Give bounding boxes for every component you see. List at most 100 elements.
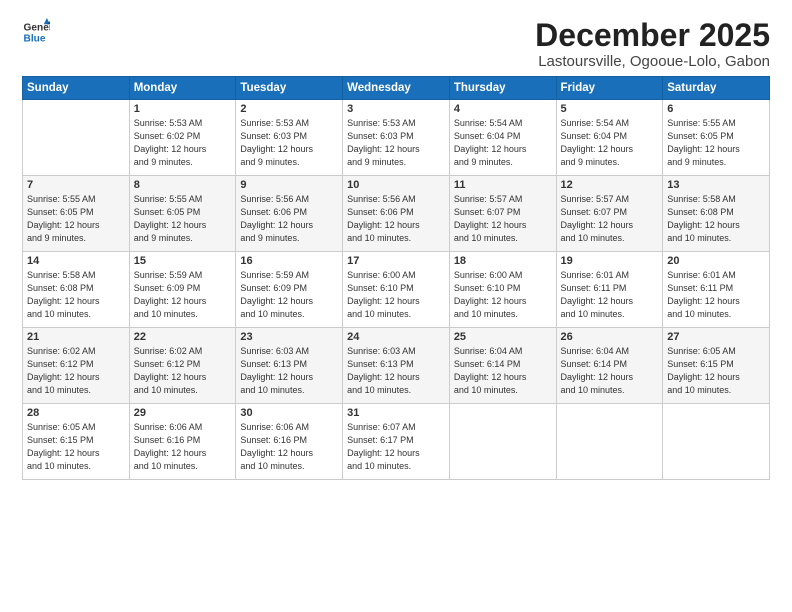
calendar-cell: 3Sunrise: 5:53 AM Sunset: 6:03 PM Daylig… [343, 100, 450, 176]
col-header-tuesday: Tuesday [236, 77, 343, 100]
day-info: Sunrise: 5:54 AM Sunset: 6:04 PM Dayligh… [561, 117, 659, 169]
logo: General Blue [22, 18, 50, 46]
day-info: Sunrise: 5:56 AM Sunset: 6:06 PM Dayligh… [347, 193, 445, 245]
day-number: 12 [561, 179, 659, 191]
day-number: 10 [347, 179, 445, 191]
week-row-2: 7Sunrise: 5:55 AM Sunset: 6:05 PM Daylig… [23, 176, 770, 252]
day-number: 15 [134, 255, 232, 267]
calendar-cell: 27 Sunrise: 6:05 AM Sunset: 6:15 PM Dayli… [663, 328, 770, 404]
day-info: Sunrise: 5:56 AM Sunset: 6:06 PM Dayligh… [240, 193, 338, 245]
title-block: December 2025 Lastoursville, Ogooue-Lolo… [535, 18, 770, 70]
day-number: 29 [134, 407, 232, 419]
calendar-cell: 23 Sunrise: 6:03 AM Sunset: 6:13 PM Dayli… [236, 328, 343, 404]
day-number: 5 [561, 103, 659, 115]
header-row: SundayMondayTuesdayWednesdayThursdayFrid… [23, 77, 770, 100]
day-info: Sunrise: 5:59 AM Sunset: 6:09 PM Dayligh… [134, 269, 232, 321]
day-info: Sunrise: 5:59 AM Sunset: 6:09 PM Dayligh… [240, 269, 338, 321]
day-info: Sunrise: 6:04 AM Sunset: 6:14 PM Dayligh… [454, 345, 552, 397]
week-row-4: 21Sunrise: 6:02 AM Sunset: 6:12 PM Dayli… [23, 328, 770, 404]
day-number: 20 [667, 255, 765, 267]
calendar-cell: 6 Sunrise: 5:55 AM Sunset: 6:05 PM Daylig… [663, 100, 770, 176]
day-number: 13 [667, 179, 765, 191]
day-info: Sunrise: 5:53 AM Sunset: 6:02 PM Dayligh… [134, 117, 232, 169]
day-number: 17 [347, 255, 445, 267]
svg-text:Blue: Blue [24, 33, 46, 44]
day-number: 30 [240, 407, 338, 419]
logo-icon: General Blue [22, 18, 50, 46]
day-number: 9 [240, 179, 338, 191]
week-row-3: 14Sunrise: 5:58 AM Sunset: 6:08 PM Dayli… [23, 252, 770, 328]
day-number: 25 [454, 331, 552, 343]
calendar-cell: 26Sunrise: 6:04 AM Sunset: 6:14 PM Dayli… [556, 328, 663, 404]
day-number: 31 [347, 407, 445, 419]
calendar-cell: 20 Sunrise: 6:01 AM Sunset: 6:11 PM Dayli… [663, 252, 770, 328]
col-header-wednesday: Wednesday [343, 77, 450, 100]
calendar-cell: 29 Sunrise: 6:06 AM Sunset: 6:16 PM Dayli… [129, 404, 236, 480]
calendar-cell: 24Sunrise: 6:03 AM Sunset: 6:13 PM Dayli… [343, 328, 450, 404]
day-info: Sunrise: 5:57 AM Sunset: 6:07 PM Dayligh… [454, 193, 552, 245]
calendar-cell: 17 Sunrise: 6:00 AM Sunset: 6:10 PM Dayli… [343, 252, 450, 328]
day-info: Sunrise: 5:57 AM Sunset: 6:07 PM Dayligh… [561, 193, 659, 245]
calendar-cell: 22 Sunrise: 6:02 AM Sunset: 6:12 PM Dayli… [129, 328, 236, 404]
calendar-cell [556, 404, 663, 480]
calendar-cell: 8 Sunrise: 5:55 AM Sunset: 6:05 PM Daylig… [129, 176, 236, 252]
calendar-cell: 5 Sunrise: 5:54 AM Sunset: 6:04 PM Daylig… [556, 100, 663, 176]
day-number: 19 [561, 255, 659, 267]
week-row-5: 28 Sunrise: 6:05 AM Sunset: 6:15 PM Dayli… [23, 404, 770, 480]
calendar-table: SundayMondayTuesdayWednesdayThursdayFrid… [22, 76, 770, 480]
day-number: 22 [134, 331, 232, 343]
col-header-friday: Friday [556, 77, 663, 100]
col-header-monday: Monday [129, 77, 236, 100]
day-info: Sunrise: 6:01 AM Sunset: 6:11 PM Dayligh… [561, 269, 659, 321]
day-number: 18 [454, 255, 552, 267]
day-info: Sunrise: 5:55 AM Sunset: 6:05 PM Dayligh… [667, 117, 765, 169]
day-number: 28 [27, 407, 125, 419]
day-info: Sunrise: 5:55 AM Sunset: 6:05 PM Dayligh… [27, 193, 125, 245]
subtitle: Lastoursville, Ogooue-Lolo, Gabon [535, 53, 770, 70]
day-info: Sunrise: 5:53 AM Sunset: 6:03 PM Dayligh… [347, 117, 445, 169]
day-number: 23 [240, 331, 338, 343]
calendar-cell: 18 Sunrise: 6:00 AM Sunset: 6:10 PM Dayli… [449, 252, 556, 328]
calendar-cell [23, 100, 130, 176]
col-header-thursday: Thursday [449, 77, 556, 100]
main-title: December 2025 [535, 18, 770, 53]
week-row-1: 1Sunrise: 5:53 AM Sunset: 6:02 PM Daylig… [23, 100, 770, 176]
day-info: Sunrise: 6:01 AM Sunset: 6:11 PM Dayligh… [667, 269, 765, 321]
calendar-cell: 4 Sunrise: 5:54 AM Sunset: 6:04 PM Daylig… [449, 100, 556, 176]
calendar-cell: 30 Sunrise: 6:06 AM Sunset: 6:16 PM Dayli… [236, 404, 343, 480]
calendar-cell: 31 Sunrise: 6:07 AM Sunset: 6:17 PM Dayli… [343, 404, 450, 480]
day-info: Sunrise: 6:07 AM Sunset: 6:17 PM Dayligh… [347, 421, 445, 473]
day-info: Sunrise: 5:53 AM Sunset: 6:03 PM Dayligh… [240, 117, 338, 169]
calendar-cell: 7Sunrise: 5:55 AM Sunset: 6:05 PM Daylig… [23, 176, 130, 252]
day-number: 8 [134, 179, 232, 191]
day-info: Sunrise: 6:06 AM Sunset: 6:16 PM Dayligh… [134, 421, 232, 473]
day-number: 2 [240, 103, 338, 115]
calendar-cell: 19 Sunrise: 6:01 AM Sunset: 6:11 PM Dayli… [556, 252, 663, 328]
day-info: Sunrise: 5:54 AM Sunset: 6:04 PM Dayligh… [454, 117, 552, 169]
day-info: Sunrise: 6:05 AM Sunset: 6:15 PM Dayligh… [667, 345, 765, 397]
day-number: 26 [561, 331, 659, 343]
calendar-cell: 16Sunrise: 5:59 AM Sunset: 6:09 PM Dayli… [236, 252, 343, 328]
day-info: Sunrise: 6:00 AM Sunset: 6:10 PM Dayligh… [347, 269, 445, 321]
day-info: Sunrise: 6:03 AM Sunset: 6:13 PM Dayligh… [347, 345, 445, 397]
day-info: Sunrise: 6:00 AM Sunset: 6:10 PM Dayligh… [454, 269, 552, 321]
day-info: Sunrise: 6:06 AM Sunset: 6:16 PM Dayligh… [240, 421, 338, 473]
day-info: Sunrise: 6:05 AM Sunset: 6:15 PM Dayligh… [27, 421, 125, 473]
calendar-cell: 1Sunrise: 5:53 AM Sunset: 6:02 PM Daylig… [129, 100, 236, 176]
calendar-page: General Blue December 2025 Lastoursville… [0, 0, 792, 612]
day-number: 14 [27, 255, 125, 267]
day-number: 11 [454, 179, 552, 191]
day-info: Sunrise: 6:02 AM Sunset: 6:12 PM Dayligh… [134, 345, 232, 397]
day-number: 4 [454, 103, 552, 115]
day-info: Sunrise: 5:58 AM Sunset: 6:08 PM Dayligh… [667, 193, 765, 245]
day-info: Sunrise: 5:55 AM Sunset: 6:05 PM Dayligh… [134, 193, 232, 245]
day-number: 6 [667, 103, 765, 115]
day-number: 27 [667, 331, 765, 343]
calendar-cell: 13 Sunrise: 5:58 AM Sunset: 6:08 PM Dayli… [663, 176, 770, 252]
day-info: Sunrise: 6:03 AM Sunset: 6:13 PM Dayligh… [240, 345, 338, 397]
calendar-cell: 15 Sunrise: 5:59 AM Sunset: 6:09 PM Dayli… [129, 252, 236, 328]
calendar-cell: 2 Sunrise: 5:53 AM Sunset: 6:03 PM Daylig… [236, 100, 343, 176]
calendar-cell: 14Sunrise: 5:58 AM Sunset: 6:08 PM Dayli… [23, 252, 130, 328]
day-info: Sunrise: 6:02 AM Sunset: 6:12 PM Dayligh… [27, 345, 125, 397]
calendar-cell: 11 Sunrise: 5:57 AM Sunset: 6:07 PM Dayli… [449, 176, 556, 252]
